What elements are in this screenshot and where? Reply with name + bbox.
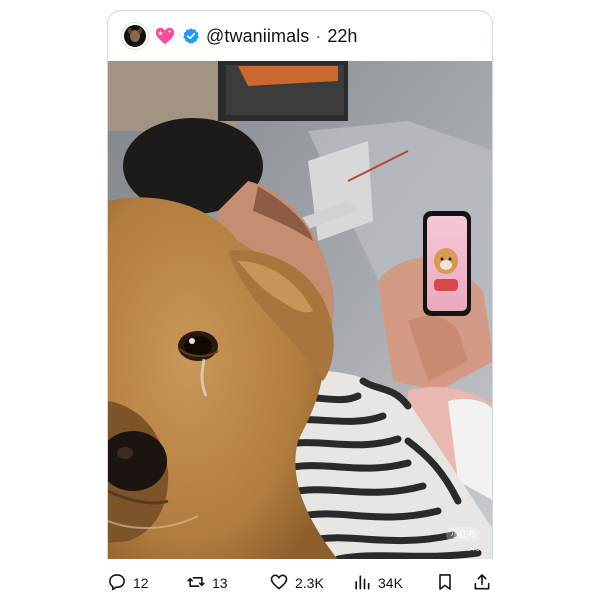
verified-badge-icon (182, 27, 200, 45)
profile-avatar[interactable] (122, 23, 148, 49)
separator-dot: · (315, 25, 322, 46)
repost-count: 13 (212, 575, 228, 591)
bookmark-button[interactable] (435, 565, 455, 600)
share-button[interactable] (472, 565, 492, 600)
tweet-header: @twaniimals · 22h (108, 11, 492, 61)
rednote-logo: 小红书 (446, 527, 480, 542)
post-video-media[interactable]: 小红书 rednote ID：zx15840966466 (108, 61, 492, 559)
like-button[interactable]: 2.3K (269, 565, 324, 600)
reply-count: 12 (133, 575, 149, 591)
like-count: 2.3K (295, 575, 324, 591)
share-upload-icon (472, 572, 492, 595)
repost-button[interactable]: 13 (186, 565, 228, 600)
reply-icon (107, 572, 127, 595)
views-chart-icon (352, 572, 372, 595)
rednote-watermark: rednote ID：zx15840966466 (381, 544, 484, 553)
views-button[interactable]: 34K (352, 565, 403, 600)
bookmark-icon (435, 572, 455, 595)
post-timestamp[interactable]: 22h (327, 26, 357, 47)
tweet-card[interactable]: @twaniimals · 22h 小红书 rednote ID：zx15840… (107, 10, 493, 559)
view-count: 34K (378, 575, 403, 591)
video-frame-image (108, 61, 492, 559)
reply-button[interactable]: 12 (107, 565, 149, 600)
tweet-actions-bar: 12 13 2.3K 34K (0, 565, 600, 600)
user-handle[interactable]: @twaniimals (206, 26, 309, 47)
sparkling-heart-icon (154, 25, 176, 47)
heart-icon (269, 572, 289, 595)
repost-icon (186, 572, 206, 595)
